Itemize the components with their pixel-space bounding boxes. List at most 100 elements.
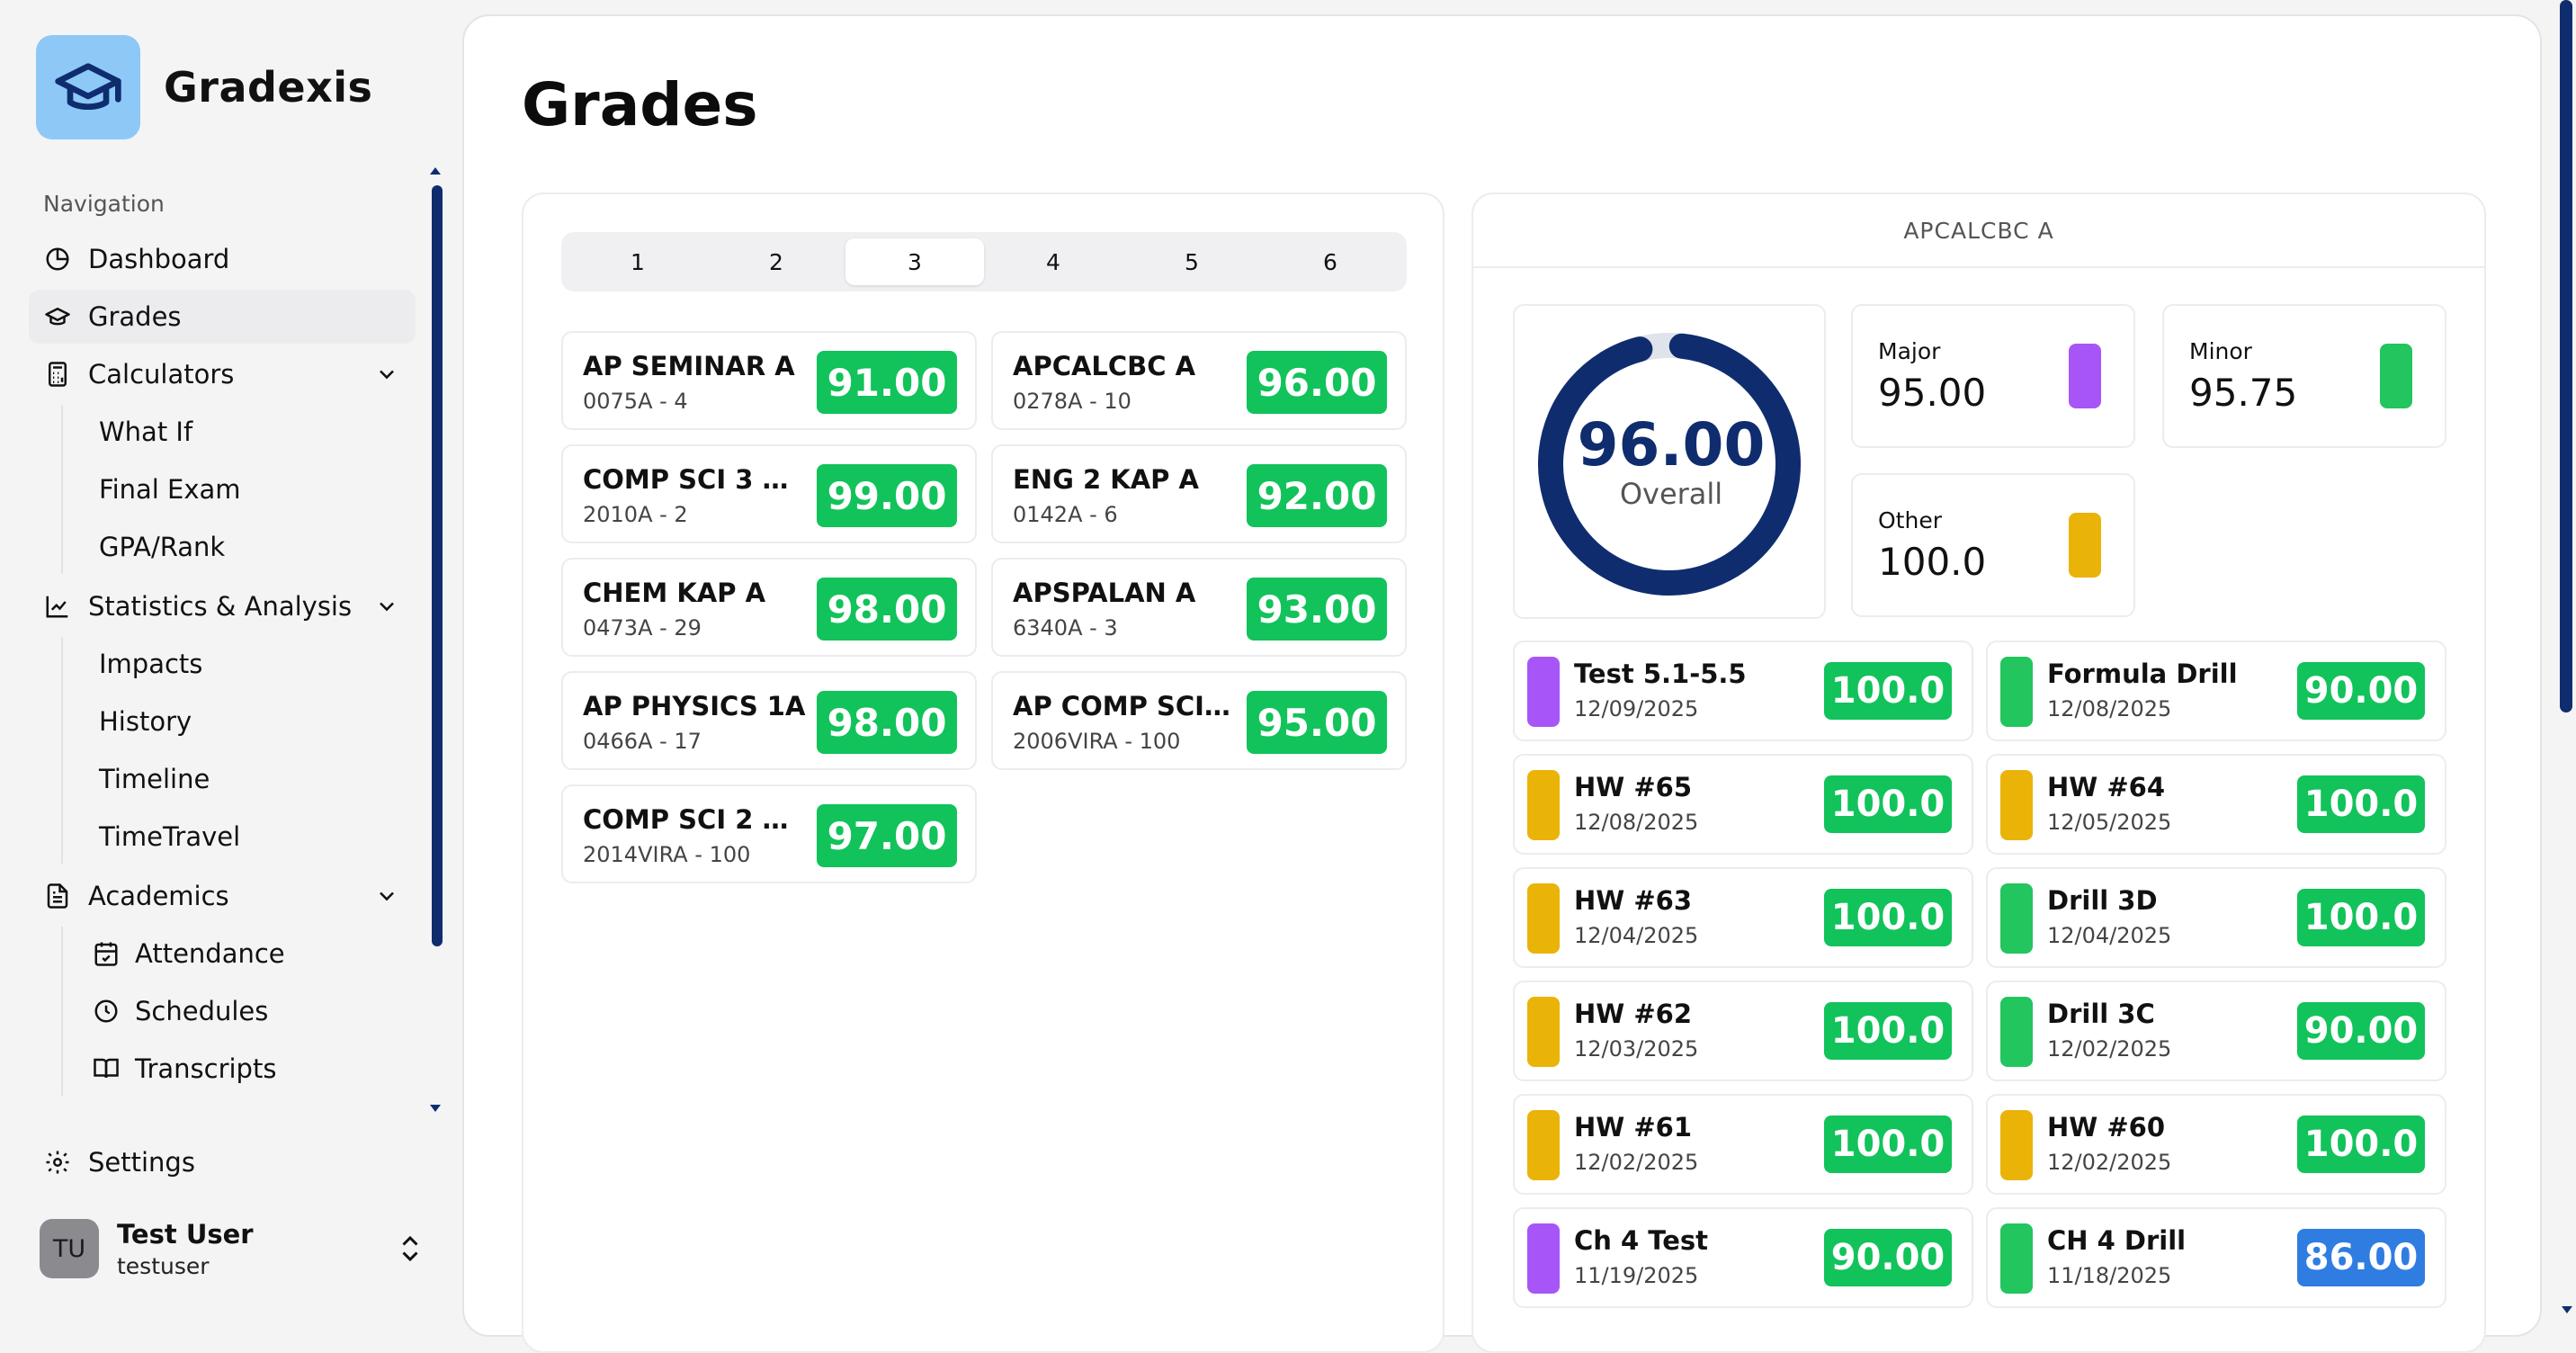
- overall-value: 96.00: [1577, 410, 1766, 479]
- course-code: 0278A - 10: [1013, 389, 1131, 414]
- assignment-name: HW #64: [2047, 772, 2166, 802]
- course-grade: 96.00: [1247, 351, 1387, 414]
- sidebar-item-schedules[interactable]: Schedules: [81, 984, 416, 1038]
- user-menu[interactable]: TU Test User testuser: [40, 1216, 426, 1281]
- assignment-name: Ch 4 Test: [1574, 1225, 1709, 1256]
- assignment-card[interactable]: Ch 4 Test 11/19/2025 90.00: [1513, 1207, 1973, 1308]
- tab-2[interactable]: 2: [707, 238, 845, 285]
- avatar: TU: [40, 1219, 99, 1278]
- sidebar-item-final-exam[interactable]: Final Exam: [88, 462, 416, 516]
- assignment-card[interactable]: HW #63 12/04/2025 100.0: [1513, 867, 1973, 968]
- sidebar-item-grades[interactable]: Grades: [29, 290, 416, 344]
- tab-3[interactable]: 3: [845, 238, 984, 285]
- sidebar-item-attendance[interactable]: Attendance: [81, 927, 416, 981]
- sidebar-item-impacts[interactable]: Impacts: [88, 637, 416, 691]
- course-card[interactable]: APSPALAN A 6340A - 3 93.00: [991, 558, 1407, 657]
- brand[interactable]: Gradexis: [36, 34, 372, 140]
- course-grade: 99.00: [817, 464, 957, 527]
- course-card[interactable]: COMP SCI 3 D... 2010A - 2 99.00: [561, 444, 977, 543]
- tab-4[interactable]: 4: [984, 238, 1123, 285]
- assignment-name: HW #61: [1574, 1112, 1693, 1142]
- course-card[interactable]: ENG 2 KAP A 0142A - 6 92.00: [991, 444, 1407, 543]
- course-card[interactable]: CHEM KAP A 0473A - 29 98.00: [561, 558, 977, 657]
- assignment-name: CH 4 Drill: [2047, 1225, 2187, 1256]
- sidebar-item-timetravel[interactable]: TimeTravel: [88, 810, 416, 864]
- sidebar: Gradexis Navigation Dashboard Grades Cal…: [0, 0, 450, 1321]
- assignment-card[interactable]: CH 4 Drill 11/18/2025 86.00: [1986, 1207, 2446, 1308]
- settings-label: Settings: [88, 1147, 195, 1178]
- sidebar-scroll-up-arrow[interactable]: [430, 167, 441, 175]
- sidebar-item-calculators[interactable]: Calculators: [29, 347, 416, 401]
- assignment-name: HW #60: [2047, 1112, 2166, 1142]
- assignment-card[interactable]: HW #61 12/02/2025 100.0: [1513, 1094, 1973, 1195]
- chevrons-up-down-icon[interactable]: [394, 1232, 426, 1265]
- tab-5[interactable]: 5: [1123, 238, 1261, 285]
- assignment-date: 12/09/2025: [1574, 696, 1699, 721]
- assignment-date: 12/02/2025: [1574, 1150, 1699, 1175]
- assignment-card[interactable]: Test 5.1-5.5 12/09/2025 100.0: [1513, 641, 1973, 741]
- statistics-submenu: Impacts History Timeline TimeTravel: [61, 637, 416, 864]
- course-detail-title: APCALCBC A: [1473, 194, 2484, 268]
- sidebar-item-label: Attendance: [135, 938, 285, 969]
- category-label: Major: [1878, 338, 1941, 364]
- course-code: 2014VIRA - 100: [583, 842, 751, 867]
- page-scroll-down-arrow[interactable]: [2562, 1306, 2572, 1313]
- category-label: Other: [1878, 507, 1942, 533]
- category-color-chip: [1527, 883, 1560, 954]
- assignment-score: 90.00: [2297, 1002, 2425, 1060]
- overall-label: Overall: [1619, 477, 1723, 511]
- tab-1[interactable]: 1: [568, 238, 707, 285]
- sidebar-item-statistics[interactable]: Statistics & Analysis: [29, 579, 416, 633]
- chevron-down-icon[interactable]: [374, 362, 399, 387]
- sidebar-item-dashboard[interactable]: Dashboard: [29, 232, 416, 286]
- sidebar-item-history[interactable]: History: [88, 694, 416, 748]
- sidebar-item-settings[interactable]: Settings: [29, 1135, 416, 1189]
- chevron-down-icon[interactable]: [374, 883, 399, 909]
- page-title: Grades: [522, 70, 758, 139]
- category-color-chip: [2069, 513, 2101, 578]
- chevron-down-icon[interactable]: [374, 594, 399, 619]
- calculators-submenu: What If Final Exam GPA/Rank: [61, 405, 416, 574]
- assignment-date: 12/04/2025: [1574, 923, 1699, 948]
- category-minor: Minor 95.75: [2162, 304, 2446, 448]
- course-card[interactable]: APCALCBC A 0278A - 10 96.00: [991, 331, 1407, 430]
- sidebar-item-academics[interactable]: Academics: [29, 869, 416, 923]
- assignment-card[interactable]: Drill 3C 12/02/2025 90.00: [1986, 981, 2446, 1081]
- sidebar-scroll-down-arrow[interactable]: [430, 1105, 441, 1112]
- sidebar-item-label: Grades: [88, 301, 182, 332]
- category-color-chip: [2000, 997, 2033, 1067]
- sidebar-item-what-if[interactable]: What If: [88, 405, 416, 459]
- assignment-name: Drill 3C: [2047, 999, 2155, 1029]
- category-color-chip: [2000, 883, 2033, 954]
- sidebar-item-timeline[interactable]: Timeline: [88, 752, 416, 806]
- sidebar-item-gpa-rank[interactable]: GPA/Rank: [88, 520, 416, 574]
- assignment-card[interactable]: Formula Drill 12/08/2025 90.00: [1986, 641, 2446, 741]
- assignment-date: 11/19/2025: [1574, 1263, 1699, 1288]
- sidebar-item-label: Schedules: [135, 996, 269, 1026]
- page-scrollbar[interactable]: [2560, 0, 2572, 712]
- graduation-cap-logo-icon: [36, 35, 140, 139]
- assignment-card[interactable]: HW #60 12/02/2025 100.0: [1986, 1094, 2446, 1195]
- course-name: AP COMP SCI ...: [1013, 691, 1238, 721]
- assignment-card[interactable]: HW #62 12/03/2025 100.0: [1513, 981, 1973, 1081]
- assignment-score: 90.00: [1824, 1229, 1952, 1286]
- assignment-date: 12/08/2025: [2047, 696, 2172, 721]
- course-card[interactable]: COMP SCI 2 K... 2014VIRA - 100 97.00: [561, 784, 977, 883]
- course-name: APSPALAN A: [1013, 578, 1196, 608]
- assignment-card[interactable]: HW #64 12/05/2025 100.0: [1986, 754, 2446, 855]
- assignment-card[interactable]: HW #65 12/08/2025 100.0: [1513, 754, 1973, 855]
- sidebar-item-transcripts[interactable]: Transcripts: [81, 1042, 416, 1096]
- assignment-score: 100.0: [2297, 1116, 2425, 1173]
- sidebar-nav: Dashboard Grades Calculators What If Fin…: [29, 232, 416, 1101]
- course-card[interactable]: AP COMP SCI ... 2006VIRA - 100 95.00: [991, 671, 1407, 770]
- sidebar-scrollbar[interactable]: [432, 185, 443, 946]
- course-name: AP PHYSICS 1A: [583, 691, 806, 721]
- tab-6[interactable]: 6: [1261, 238, 1400, 285]
- course-code: 2010A - 2: [583, 502, 688, 527]
- main-panel: Grades 1 2 3 4 5 6 AP SEMINAR A 0075A - 4…: [462, 14, 2542, 1353]
- clock-icon: [92, 997, 121, 1026]
- course-card[interactable]: AP PHYSICS 1A 0466A - 17 98.00: [561, 671, 977, 770]
- assignment-card[interactable]: Drill 3D 12/04/2025 100.0: [1986, 867, 2446, 968]
- course-card[interactable]: AP SEMINAR A 0075A - 4 91.00: [561, 331, 977, 430]
- assignment-name: HW #65: [1574, 772, 1693, 802]
